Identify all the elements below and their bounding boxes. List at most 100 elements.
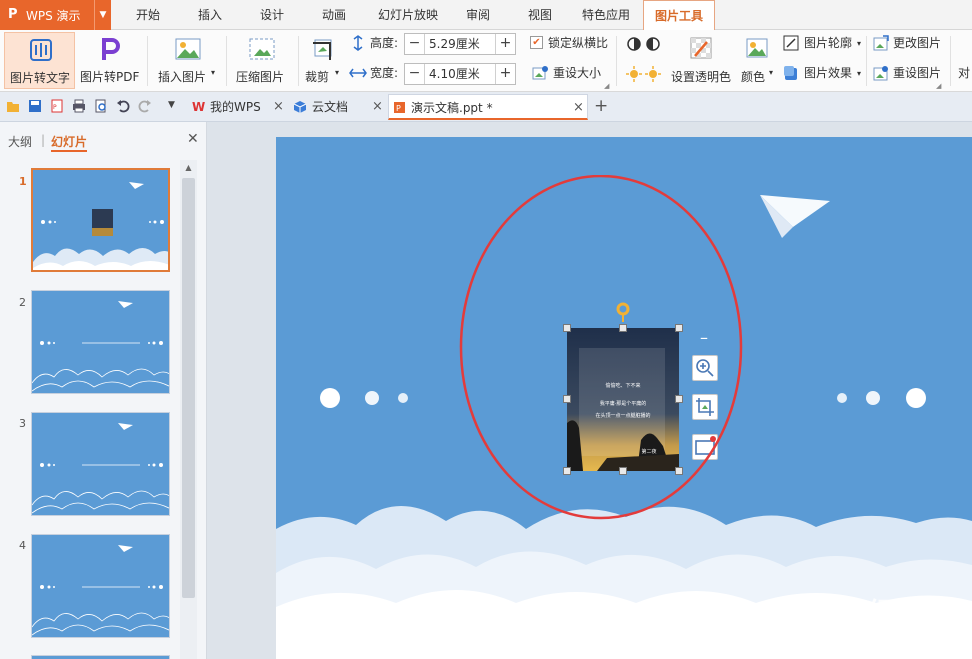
- menu-picture-tools[interactable]: 图片工具: [643, 0, 715, 31]
- menu-view[interactable]: 视图: [516, 0, 564, 30]
- current-slide[interactable]: 偷偷吃、下不来 我平庸·那是个平庸的 在头顶一点一点腿脏播的 第二夜 – Bai…: [276, 137, 972, 659]
- picture-outline-button[interactable]: 图片轮廓: [804, 32, 852, 54]
- ribbon-divider: [298, 36, 299, 86]
- menu-animation[interactable]: 动画: [308, 0, 360, 30]
- compress-picture-button[interactable]: 压缩图片: [232, 32, 292, 89]
- close-icon[interactable]: ×: [372, 94, 383, 120]
- tab-my-wps[interactable]: W 我的WPS ×: [190, 94, 286, 120]
- height-stepper[interactable]: − 5.29厘米 +: [404, 33, 516, 55]
- scroll-up-icon[interactable]: ▲: [180, 160, 197, 176]
- slide-2-preview: [32, 301, 169, 392]
- pic-to-text-icon: [30, 39, 52, 61]
- width-increase-button[interactable]: +: [495, 64, 515, 84]
- width-decrease-button[interactable]: −: [405, 64, 425, 84]
- lock-ratio-checkbox[interactable]: ✔: [530, 36, 543, 49]
- width-icon: [349, 68, 367, 78]
- chevron-down-icon: ▾: [335, 68, 340, 77]
- chevron-down-icon: ▾: [211, 68, 216, 77]
- ribbon-toolbar: 图片转文字 图片转PDF 插入图片 ▾ 压缩图片 裁剪 ▾ 高度: − 5.29…: [0, 30, 972, 92]
- crop-button[interactable]: 裁剪 ▾: [303, 32, 343, 89]
- pdf-icon: [102, 38, 120, 60]
- redo-icon[interactable]: [138, 99, 152, 113]
- slides-panel: 大纲 | 幻灯片 ✕ 1 2 3 4 ▲: [0, 122, 207, 659]
- reset-picture-button[interactable]: 重设图片: [893, 62, 941, 84]
- scrollbar-thumb[interactable]: [182, 178, 195, 598]
- close-icon[interactable]: ✕: [187, 131, 199, 147]
- ribbon-divider: [147, 36, 148, 86]
- baidu-watermark-url: jingyan.baidu.com: [830, 638, 932, 651]
- undo-icon[interactable]: [116, 99, 130, 113]
- dialog-launcher-icon[interactable]: ◢: [604, 82, 609, 90]
- slide-number: 4: [19, 539, 26, 552]
- save-icon[interactable]: [28, 99, 42, 113]
- insert-picture-button[interactable]: 插入图片 ▾: [153, 32, 221, 89]
- reset-size-icon: [532, 66, 548, 80]
- menu-review[interactable]: 审阅: [454, 0, 502, 30]
- close-icon[interactable]: ×: [273, 94, 284, 120]
- menu-slideshow[interactable]: 幻灯片放映: [370, 0, 446, 30]
- app-name: WPS 演示: [26, 9, 81, 23]
- crop-label: 裁剪: [305, 70, 330, 84]
- close-icon[interactable]: ×: [573, 95, 584, 121]
- change-picture-icon: [873, 35, 889, 51]
- tab-cloud-docs[interactable]: 云文档 ×: [292, 94, 384, 120]
- chevron-down-icon[interactable]: ▼: [94, 0, 111, 30]
- print-preview-icon[interactable]: [94, 99, 108, 113]
- height-increase-button[interactable]: +: [495, 34, 515, 54]
- print-icon[interactable]: [72, 99, 86, 113]
- tab-label: 演示文稿.ppt *: [411, 101, 493, 115]
- new-tab-button[interactable]: +: [594, 96, 608, 116]
- tab-slides[interactable]: 幻灯片: [51, 133, 87, 150]
- slide-thumbnail-3[interactable]: [31, 412, 170, 516]
- dialog-launcher-icon[interactable]: ◢: [936, 82, 941, 90]
- pic-to-pdf-button[interactable]: 图片转PDF: [78, 32, 142, 89]
- open-folder-icon[interactable]: [6, 99, 20, 113]
- presentation-file-icon: P: [394, 102, 405, 113]
- color-icon: [746, 38, 768, 58]
- active-tab-underline: [51, 150, 87, 152]
- compress-picture-label: 压缩图片: [236, 70, 285, 84]
- picture-effect-button[interactable]: 图片效果: [804, 62, 852, 84]
- height-value[interactable]: 5.29厘米: [429, 34, 480, 54]
- slide-thumbnail-1[interactable]: [31, 168, 170, 272]
- set-transparent-button[interactable]: 设置透明色: [668, 32, 734, 89]
- menu-design[interactable]: 设计: [246, 0, 298, 30]
- chevron-down-icon: ▾: [857, 39, 862, 48]
- tab-separator: |: [41, 133, 46, 147]
- ribbon-divider: [866, 36, 867, 86]
- slide-thumbnail-4[interactable]: [31, 534, 170, 638]
- chevron-down-icon: ▾: [769, 68, 774, 77]
- change-picture-button[interactable]: 更改图片: [893, 32, 941, 54]
- chevron-down-icon: ▾: [857, 69, 862, 78]
- export-pdf-icon[interactable]: P: [50, 99, 64, 113]
- more-ribbon-button[interactable]: 对: [958, 62, 970, 84]
- color-button[interactable]: 颜色 ▾: [738, 32, 776, 89]
- reset-size-button[interactable]: 重设大小: [553, 62, 601, 84]
- slides-scrollbar[interactable]: ▲: [180, 160, 197, 659]
- picture-effect-icon: [784, 66, 797, 80]
- transparent-color-icon: [690, 37, 712, 59]
- slide-editing-area: 偷偷吃、下不来 我平庸·那是个平庸的 在头顶一点一点腿脏播的 第二夜 – Bai…: [207, 122, 972, 659]
- width-label: 宽度:: [370, 66, 399, 80]
- menu-insert[interactable]: 插入: [184, 0, 236, 30]
- color-label: 颜色: [741, 70, 766, 84]
- pic-to-text-button[interactable]: 图片转文字: [4, 32, 75, 89]
- height-decrease-button[interactable]: −: [405, 34, 425, 54]
- quick-access-dropdown-icon[interactable]: ▼: [168, 100, 175, 110]
- set-transparent-label: 设置透明色: [671, 70, 732, 84]
- width-value[interactable]: 4.10厘米: [429, 64, 480, 84]
- tab-outline[interactable]: 大纲: [8, 133, 32, 150]
- compress-icon: [249, 38, 275, 60]
- slide-4-preview: [32, 545, 169, 636]
- brightness-icon[interactable]: [626, 66, 662, 82]
- menu-special[interactable]: 特色应用: [574, 0, 638, 30]
- tab-presentation[interactable]: P 演示文稿.ppt * ×: [388, 94, 588, 120]
- wps-w-icon: W: [192, 100, 206, 114]
- app-menu-button[interactable]: P WPS 演示 ▼: [0, 0, 111, 30]
- slide-thumbnail-2[interactable]: [31, 290, 170, 394]
- crop-icon: [313, 39, 332, 60]
- contrast-icon[interactable]: [626, 36, 662, 52]
- slide-thumbnail-5[interactable]: [31, 655, 170, 659]
- width-stepper[interactable]: − 4.10厘米 +: [404, 63, 516, 85]
- menu-home[interactable]: 开始: [122, 0, 174, 30]
